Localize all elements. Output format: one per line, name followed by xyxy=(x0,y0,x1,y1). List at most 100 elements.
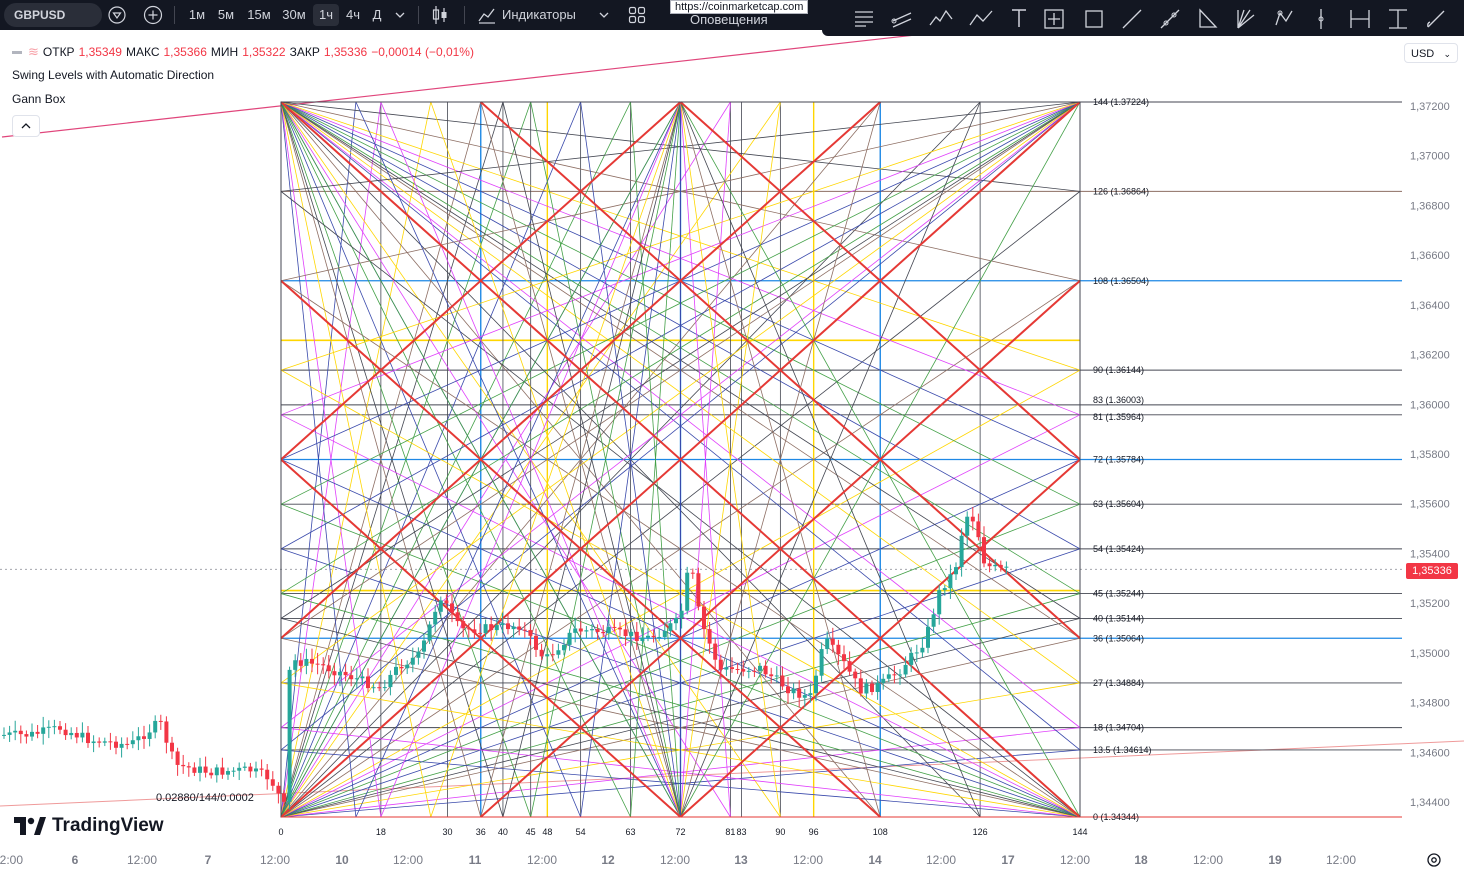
candle-body xyxy=(920,647,925,653)
alerts-button[interactable]: Оповещения xyxy=(690,12,800,28)
candle-body xyxy=(483,624,488,634)
elliott-wave-tool-icon[interactable] xyxy=(928,7,956,29)
price-tick-label: 1,36000 xyxy=(1410,399,1450,411)
pattern-tool-icon[interactable] xyxy=(1272,7,1296,31)
candle-body xyxy=(522,629,527,631)
candle-body xyxy=(898,674,902,676)
legend-wave-icon[interactable]: ≋ xyxy=(28,44,39,60)
candle-body xyxy=(690,572,695,574)
crosshair-box-tool-icon[interactable] xyxy=(1042,7,1066,31)
shield-icon[interactable] xyxy=(108,6,126,24)
trend-line-tool-icon[interactable] xyxy=(1120,7,1144,31)
chevron-down-icon[interactable] xyxy=(394,9,406,21)
candle-body xyxy=(130,740,135,745)
indicators-button[interactable]: Индикаторы xyxy=(502,4,586,26)
time-tick-label: 19 xyxy=(1268,853,1282,867)
indicators-icon[interactable] xyxy=(477,5,497,25)
time-tick-label: 12:00 xyxy=(393,853,423,867)
parallel-channel-tool-icon[interactable] xyxy=(890,7,914,29)
candle-body xyxy=(270,779,275,786)
candle-body xyxy=(825,638,830,650)
gann-ratio-label: 0.02880/144/0.0002 xyxy=(156,792,254,804)
candle-body xyxy=(349,675,354,680)
candle-body xyxy=(735,669,740,671)
candle-body xyxy=(707,629,712,644)
text-notes-tool-icon[interactable] xyxy=(852,7,876,29)
candle-body xyxy=(366,676,370,689)
gann-level-label: 36 (1.35064) xyxy=(1093,633,1144,643)
candle-body xyxy=(80,732,85,738)
candle-body xyxy=(86,732,90,744)
candle-body xyxy=(903,664,908,675)
open-label: ОТКР xyxy=(42,45,75,59)
triangle-pattern-tool-icon[interactable] xyxy=(1196,7,1220,31)
candle-body xyxy=(494,625,499,631)
tradingview-logo[interactable]: TradingView xyxy=(14,815,164,837)
interval-1m[interactable]: 1м xyxy=(184,4,210,26)
price-tick-label: 1,35600 xyxy=(1410,499,1450,511)
indicator-gann-box[interactable]: Gann Box xyxy=(12,92,65,106)
time-tick-label: 12:00 xyxy=(1193,853,1223,867)
candle-body xyxy=(69,732,74,736)
time-tick-label: 12:00 xyxy=(793,853,823,867)
price-range-tool-icon[interactable] xyxy=(1386,7,1410,31)
gann-level-label: 72 (1.35784) xyxy=(1093,455,1144,465)
vertical-line-tool-icon[interactable] xyxy=(1314,7,1328,31)
candle-body xyxy=(629,631,634,637)
candle-body xyxy=(819,649,824,676)
candle-body xyxy=(942,588,947,591)
high-value: 1,35366 xyxy=(163,45,207,59)
chart-canvas[interactable]: 1,37200 1,37000 1,36800 1,36600 1,36400 1,362… xyxy=(0,36,1464,875)
abc-pattern-tool-icon[interactable] xyxy=(968,7,996,29)
candle-body xyxy=(203,766,208,773)
candle-body xyxy=(405,664,410,669)
candle-body xyxy=(590,629,594,631)
candle-body xyxy=(836,644,841,655)
interval-5m[interactable]: 5м xyxy=(212,4,240,26)
candle-body xyxy=(74,732,79,738)
fan-lines-tool-icon[interactable] xyxy=(1234,7,1258,31)
candle-body xyxy=(870,683,874,692)
candle-body xyxy=(438,600,443,612)
settings-icon[interactable] xyxy=(1426,852,1442,868)
price-tick-label: 1,34600 xyxy=(1410,747,1450,759)
interval-1h[interactable]: 1ч xyxy=(313,4,339,26)
gann-time-label: 48 xyxy=(542,827,552,837)
legend-visibility-icon[interactable] xyxy=(12,50,22,54)
layouts-grid-icon[interactable] xyxy=(627,5,647,25)
ray-tool-icon[interactable] xyxy=(1158,7,1182,31)
date-range-tool-icon[interactable] xyxy=(1348,7,1372,31)
candle-body xyxy=(181,764,186,767)
candles-chart-type-icon[interactable] xyxy=(430,4,450,26)
interval-15m[interactable]: 15м xyxy=(243,4,275,26)
candle-body xyxy=(35,731,40,734)
add-symbol-icon[interactable] xyxy=(143,5,163,25)
brush-tool-icon[interactable] xyxy=(1424,7,1448,31)
candle-body xyxy=(399,666,404,669)
rectangle-tool-icon[interactable] xyxy=(1082,7,1106,31)
interval-4h[interactable]: 4ч xyxy=(341,4,365,26)
candle-body xyxy=(651,635,656,638)
candle-body xyxy=(858,678,863,694)
interval-30m[interactable]: 30м xyxy=(278,4,310,26)
chevron-down-icon[interactable] xyxy=(598,9,610,21)
candle-body xyxy=(142,736,146,739)
interval-1d[interactable]: Д xyxy=(367,4,387,26)
indicator-swing-levels[interactable]: Swing Levels with Automatic Direction xyxy=(12,68,214,82)
text-tool-icon[interactable] xyxy=(1008,7,1030,29)
candle-body xyxy=(618,627,622,630)
candle-body xyxy=(528,630,533,636)
gann-time-label: 96 xyxy=(809,827,819,837)
gann-time-label: 18 xyxy=(376,827,386,837)
time-tick-label: 12:00 xyxy=(0,853,23,867)
collapse-legend-button[interactable] xyxy=(12,115,40,137)
currency-select[interactable]: USD ⌄ xyxy=(1404,43,1458,63)
candle-body xyxy=(959,535,964,568)
candle-body xyxy=(657,636,662,638)
candle-body xyxy=(937,590,942,615)
price-tick-label: 1,35000 xyxy=(1410,648,1450,660)
candle-body xyxy=(774,675,779,677)
symbol-search-button[interactable]: GBPUSD xyxy=(4,3,102,27)
gann-time-label: 126 xyxy=(973,827,988,837)
candle-body xyxy=(763,665,768,675)
